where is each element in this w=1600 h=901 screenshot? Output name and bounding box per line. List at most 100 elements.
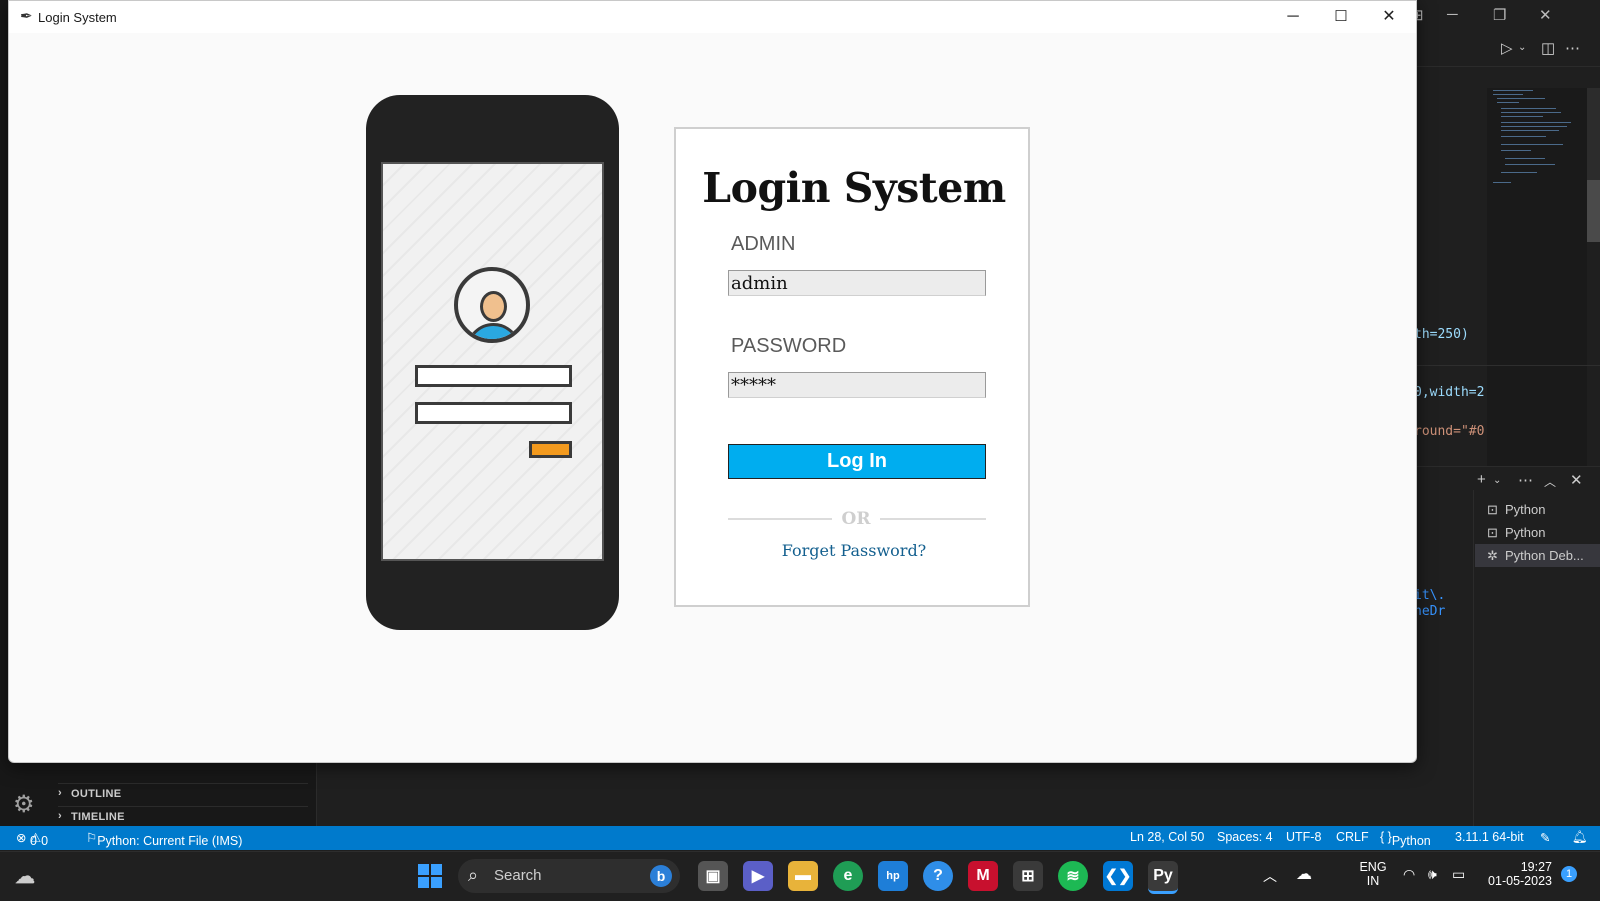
terminal-tab[interactable]: ⊡ Python (1475, 521, 1600, 544)
volume-icon[interactable]: 🕪︎ (1428, 866, 1437, 883)
minimize-icon[interactable]: ─ (1447, 6, 1458, 23)
add-terminal-icon[interactable]: + (1477, 471, 1486, 488)
status-bar: ⊗ 0 ⚠ 0 ⚐ Python: Current File (IMS) Ln … (0, 826, 1600, 850)
divider (1473, 490, 1474, 830)
onedrive-icon[interactable]: ☁ (1296, 864, 1312, 884)
mcafee-icon[interactable]: M (968, 861, 998, 891)
clock-time: 19:27 (1520, 860, 1552, 874)
chevron-down-icon[interactable]: ⌄ (1518, 42, 1526, 53)
language-label: Python (1391, 834, 1431, 848)
editor-toolbar: ▷ ⌄ ◫ ⋯ (1387, 32, 1600, 67)
phone-field-illustration (415, 402, 572, 424)
start-button[interactable] (415, 861, 445, 891)
code-line: round="#0 (1414, 424, 1485, 439)
help-icon[interactable]: ? (923, 861, 953, 891)
spotify-icon[interactable]: ≋ (1058, 861, 1088, 891)
task-view-icon[interactable]: ▣ (698, 861, 728, 891)
chevron-right-icon: › (58, 787, 62, 799)
run-config[interactable]: ⚐ Python: Current File (IMS) (86, 830, 242, 848)
username-label: ADMIN (731, 233, 796, 255)
terminal-tab-label: Python (1505, 502, 1546, 517)
username-input[interactable] (728, 270, 986, 296)
close-icon[interactable]: ✕ (1539, 6, 1552, 24)
notification-badge[interactable]: 1 (1561, 866, 1577, 882)
section-label: TIMELINE (71, 811, 125, 823)
chevron-down-icon[interactable]: ⌄ (1493, 475, 1501, 486)
indentation[interactable]: Spaces: 4 (1217, 830, 1273, 844)
split-editor-icon[interactable]: ◫ (1541, 39, 1555, 57)
divider (1414, 365, 1600, 366)
feather-icon: ✒ (20, 8, 33, 25)
phone-screen (381, 162, 604, 561)
login-button[interactable]: Log In (728, 444, 986, 479)
gear-icon[interactable]: ⚙ (13, 790, 35, 819)
clock[interactable]: 19:27 01-05-2023 (1482, 860, 1552, 888)
terminal-text: neDr (1414, 604, 1446, 619)
terminal-tab[interactable]: ⊡ Python (1475, 498, 1600, 521)
phone-illustration (366, 95, 619, 630)
myhp-icon[interactable]: hp (878, 861, 908, 891)
language-mode[interactable]: { } Python (1380, 830, 1431, 848)
debug-icon: ✲ (1487, 548, 1498, 563)
feedback-icon[interactable]: ✎ (1540, 830, 1550, 845)
language-bottom: IN (1366, 874, 1380, 888)
terminal-text: it\. (1414, 588, 1446, 603)
ms-store-icon[interactable]: ⊞ (1013, 861, 1043, 891)
battery-icon[interactable]: ▭ (1452, 866, 1465, 883)
encoding[interactable]: UTF-8 (1286, 830, 1321, 844)
warning-count: 0 (41, 834, 49, 848)
python-interpreter[interactable]: 3.11.1 64-bit (1455, 830, 1524, 844)
vscode-titlebar: ▯ ⊞ ─ ❐ ✕ (1387, 0, 1600, 32)
cursor-position[interactable]: Ln 28, Col 50 (1130, 830, 1204, 844)
divider (880, 518, 986, 520)
terminal-tab[interactable]: ✲ Python Deb... (1475, 544, 1600, 567)
wifi-icon[interactable]: ◠ (1403, 866, 1415, 883)
forgot-password-link[interactable]: Forget Password? (776, 541, 932, 560)
editor-scrollbar-thumb[interactable] (1587, 180, 1600, 242)
login-card: Login System ADMIN PASSWORD Log In OR Fo… (674, 127, 1030, 607)
password-input[interactable] (728, 372, 986, 398)
clock-date: 01-05-2023 (1488, 874, 1552, 888)
more-actions-icon[interactable]: ⋯ (1518, 471, 1533, 489)
bing-icon[interactable]: b (650, 865, 672, 887)
show-hidden-icons[interactable]: ︿ (1263, 866, 1277, 886)
login-heading: Login System (702, 164, 1006, 212)
more-actions-icon[interactable]: ⋯ (1565, 39, 1580, 57)
divider (728, 518, 832, 520)
avatar-head (480, 291, 507, 322)
panel-header: + ⌄ ⋯ ︿ ✕ (1415, 466, 1600, 495)
user-avatar-icon (454, 267, 530, 343)
minimap[interactable] (1487, 88, 1587, 468)
terminal-list: ⊡ Python ⊡ Python ✲ Python Deb... (1475, 498, 1600, 567)
terminal-icon: ⊡ (1487, 525, 1498, 540)
problems-indicator[interactable]: ⊗ 0 ⚠ 0 (16, 830, 48, 848)
close-panel-icon[interactable]: ✕ (1570, 471, 1583, 489)
restore-icon[interactable]: ❐ (1493, 6, 1506, 24)
close-button[interactable]: ✕ (1366, 5, 1412, 29)
file-explorer-icon[interactable]: ▬ (788, 861, 818, 891)
avatar-body (466, 323, 521, 339)
terminal-icon: ⊡ (1487, 502, 1498, 517)
python-icon[interactable]: Py (1148, 861, 1178, 894)
login-window: ✒ Login System ─ ☐ ✕ Login System ADMIN … (8, 0, 1417, 763)
run-config-label: Python: Current File (IMS) (97, 834, 243, 848)
line-ending[interactable]: CRLF (1336, 830, 1369, 844)
language-indicator[interactable]: ENG IN (1355, 860, 1391, 888)
language-top: ENG (1359, 860, 1387, 874)
run-icon[interactable]: ▷ (1501, 39, 1513, 57)
code-line: 0,width=2 (1414, 385, 1485, 400)
window-title: Login System (38, 10, 117, 25)
window-titlebar[interactable]: ✒ Login System ─ ☐ ✕ (9, 1, 1416, 33)
taskbar-search[interactable]: ⌕ Search b (458, 859, 680, 893)
maximize-panel-icon[interactable]: ︿ (1544, 473, 1556, 490)
teams-chat-icon[interactable]: ▶ (743, 861, 773, 891)
vscode-icon[interactable]: ❮❯ (1103, 861, 1133, 891)
bell-icon[interactable]: 🔔︎ (1572, 830, 1588, 845)
outline-section[interactable]: › OUTLINE (58, 783, 308, 806)
minimize-button[interactable]: ─ (1270, 5, 1316, 29)
weather-icon[interactable]: ☁ (10, 861, 40, 891)
maximize-button[interactable]: ☐ (1318, 5, 1364, 29)
phone-field-illustration (415, 365, 572, 387)
edge-icon[interactable]: e (833, 861, 863, 891)
chevron-right-icon: › (58, 810, 62, 822)
